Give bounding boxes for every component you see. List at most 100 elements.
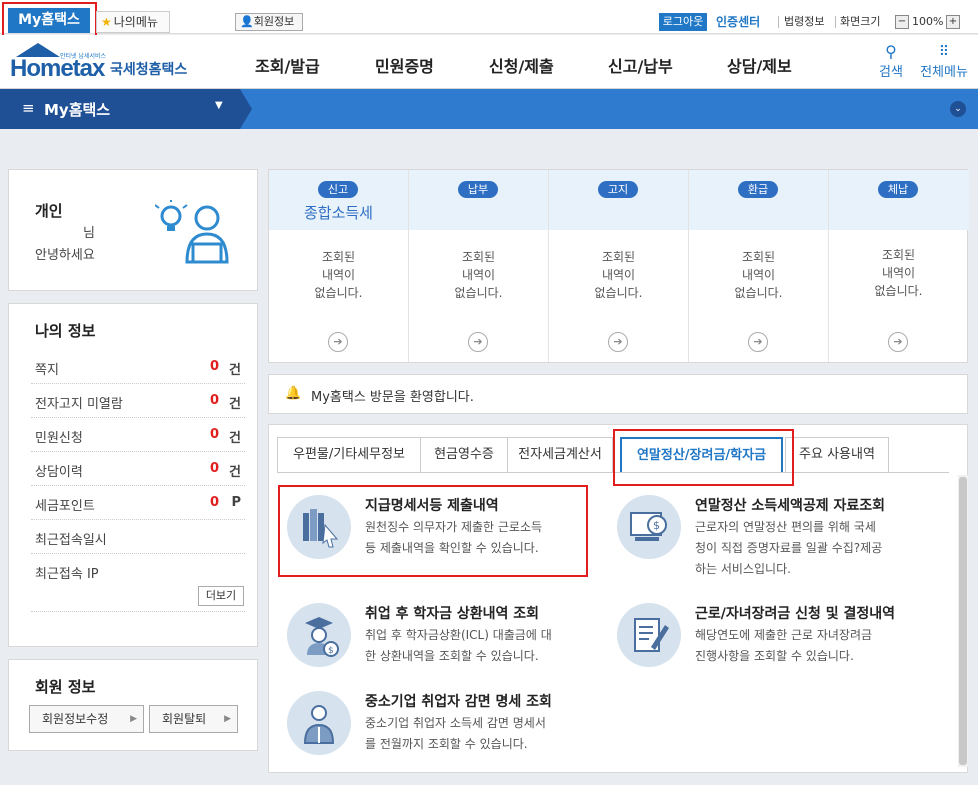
law-info-link[interactable]: 법령정보	[784, 13, 824, 31]
document-pen-icon	[617, 603, 681, 667]
user-name-suffix: 님	[83, 226, 95, 241]
status-message: 조회된 내역이 없습니다.	[594, 250, 643, 300]
service-incentive[interactable]: 근로/자녀장려금 신청 및 결정내역 해당연도에 제출한 근로 자녀장려금 진행사…	[609, 603, 939, 693]
grid-icon: ⠿	[938, 44, 950, 60]
arrow-right-icon: ▶	[224, 714, 231, 724]
graduate-coin-icon: $	[287, 603, 351, 667]
service-desc: 취업 후 학자금상환(ICL) 대출금에 대한 상환내역을 조회할 수 있습니다…	[365, 628, 552, 663]
status-payment: 납부 조회된 내역이 없습니다. ➔	[409, 170, 549, 362]
info-row-last-login: 최근접속일시	[31, 520, 245, 554]
user-computer-icon	[155, 200, 229, 264]
logo-korean: 국세청홈택스	[110, 62, 188, 78]
greeting-text: 안녕하세요	[35, 248, 95, 263]
scroll-thumb[interactable]	[959, 477, 967, 765]
gnb-report-pay[interactable]: 신고/납부	[608, 53, 673, 77]
gnb-certificate[interactable]: 민원증명	[375, 53, 434, 77]
member-withdraw-button[interactable]: 회원탈퇴 ▶	[149, 705, 238, 733]
member-withdraw-label: 회원탈퇴	[162, 712, 207, 726]
svg-text:$: $	[653, 519, 660, 532]
arrow-circle-icon[interactable]: ➔	[748, 332, 768, 352]
top-bar: My홈택스 ★ 나의메뉴 👤회원정보 로그아웃 인증센터 법령정보 화면크기 − …	[0, 0, 978, 42]
logout-button[interactable]: 로그아웃	[659, 13, 707, 31]
search-button[interactable]: ⚲ 검색	[876, 43, 906, 81]
search-label: 검색	[879, 65, 903, 80]
all-menu-button[interactable]: ⠿ 전체메뉴	[918, 43, 970, 80]
service-title: 중소기업 취업자 감면 명세 조회	[365, 694, 552, 710]
info-value: 0	[209, 393, 219, 408]
service-year-end-data[interactable]: $ 연말정산 소득세액공제 자료조회 근로자의 연말정산 편의를 위해 국세 청이…	[609, 495, 939, 585]
info-value: 0	[209, 461, 219, 476]
info-value: 0	[209, 359, 219, 374]
divider	[835, 16, 836, 28]
info-label: 세금포인트	[35, 499, 95, 514]
status-arrears: 체납 조회된 내역이 없습니다. ➔	[829, 170, 969, 362]
status-box: 신고 종합소득세 조회된 내역이 없습니다. ➔ 납부 조회된 내역이 없습니다. ➔ …	[268, 169, 969, 363]
info-row-e-notice[interactable]: 전자고지 미열람 0 건	[31, 384, 245, 418]
location-menu[interactable]: ≡ My홈택스 ▼	[0, 89, 252, 129]
highlight-box	[613, 429, 794, 486]
info-label: 민원신청	[35, 431, 83, 446]
status-header	[689, 170, 828, 230]
info-row-tax-point[interactable]: 세금포인트 0 P	[31, 486, 245, 520]
highlight-box	[278, 485, 588, 577]
more-button[interactable]: 더보기	[198, 586, 244, 606]
member-edit-button[interactable]: 회원정보수정 ▶	[29, 705, 144, 733]
status-message: 조회된 내역이 없습니다.	[454, 250, 503, 300]
member-edit-label: 회원정보수정	[42, 712, 109, 726]
member-title: 회원 정보	[35, 678, 96, 696]
service-desc: 중소기업 취업자 소득세 감면 명세서 를 전월까지 조회할 수 있습니다.	[365, 716, 546, 751]
my-info-title: 나의 정보	[35, 322, 96, 340]
info-row-message[interactable]: 쪽지 0 건	[31, 350, 245, 384]
location-bar: ≡ My홈택스 ▼ ⌄	[0, 89, 978, 129]
service-student-loan[interactable]: $ 취업 후 학자금 상환내역 조회 취업 후 학자금상환(ICL) 대출금에 …	[279, 603, 609, 693]
info-unit: 건	[229, 431, 241, 446]
arrow-circle-icon[interactable]: ➔	[468, 332, 488, 352]
all-menu-label: 전체메뉴	[920, 65, 968, 80]
tab-e-invoice[interactable]: 전자세금계산서	[507, 437, 613, 473]
tab-cash-receipt[interactable]: 현금영수증	[420, 437, 508, 473]
svg-text:$: $	[328, 646, 334, 656]
zoom-in-button[interactable]: +	[946, 15, 960, 29]
welcome-text: My홈택스 방문을 환영합니다.	[311, 390, 474, 405]
monitor-coin-icon: $	[617, 495, 681, 559]
gnb-application[interactable]: 신청/제출	[489, 53, 554, 77]
service-box: 우편물/기타세무정보 현금영수증 전자세금계산서 연말정산/장려금/학자금 주요…	[268, 424, 968, 773]
tab-mail[interactable]: 우편물/기타세무정보	[277, 437, 421, 473]
info-row-consult[interactable]: 상담이력 0 건	[31, 452, 245, 486]
status-sub: 종합소득세	[303, 204, 373, 222]
arrow-right-icon: ▶	[130, 714, 137, 724]
chevron-down-icon[interactable]: ⌄	[950, 101, 966, 117]
arrow-circle-icon[interactable]: ➔	[328, 332, 348, 352]
worker-icon	[287, 691, 351, 755]
screen-size-label: 화면크기	[840, 15, 881, 28]
gnb-inquiry[interactable]: 조회/발급	[255, 53, 320, 77]
status-message: 조회된 내역이 없습니다.	[314, 250, 363, 300]
divider	[778, 16, 779, 28]
my-menu-button[interactable]: ★ 나의메뉴	[96, 11, 170, 33]
arrow-circle-icon[interactable]: ➔	[888, 332, 908, 352]
info-value: 0	[209, 427, 219, 442]
star-icon: ★	[101, 15, 112, 29]
welcome-box: 🔔 My홈택스 방문을 환영합니다.	[268, 374, 968, 414]
hometax-logo[interactable]: 안티넷 납세서비스 Hometax 국세청홈택스	[8, 37, 198, 85]
my-info-box: 나의 정보 쪽지 0 건 전자고지 미열람 0 건 민원신청 0 건 상담이력 …	[8, 303, 258, 647]
service-sme-reduction[interactable]: 중소기업 취업자 감면 명세 조회 중소기업 취업자 소득세 감면 명세서 를 전…	[279, 691, 609, 781]
info-unit: 건	[229, 363, 241, 378]
info-row-civil[interactable]: 민원신청 0 건	[31, 418, 245, 452]
service-title: 연말정산 소득세액공제 자료조회	[695, 498, 886, 514]
cert-center-link[interactable]: 인증센터	[716, 13, 760, 31]
scrollbar[interactable]	[958, 475, 968, 767]
status-header	[409, 170, 548, 230]
info-unit: 건	[229, 465, 241, 480]
user-type: 개인	[35, 202, 63, 220]
status-badge: 신고	[318, 181, 358, 198]
location-title: My홈택스	[44, 101, 111, 119]
tab-usage[interactable]: 주요 사용내역	[785, 437, 889, 473]
zoom-out-button[interactable]: −	[895, 15, 909, 29]
info-label: 상담이력	[35, 465, 83, 480]
info-label: 쪽지	[35, 363, 59, 378]
service-title: 취업 후 학자금 상환내역 조회	[365, 606, 540, 622]
member-info-button[interactable]: 👤회원정보	[235, 13, 303, 31]
gnb-consult[interactable]: 상담/제보	[727, 53, 792, 77]
arrow-circle-icon[interactable]: ➔	[608, 332, 628, 352]
